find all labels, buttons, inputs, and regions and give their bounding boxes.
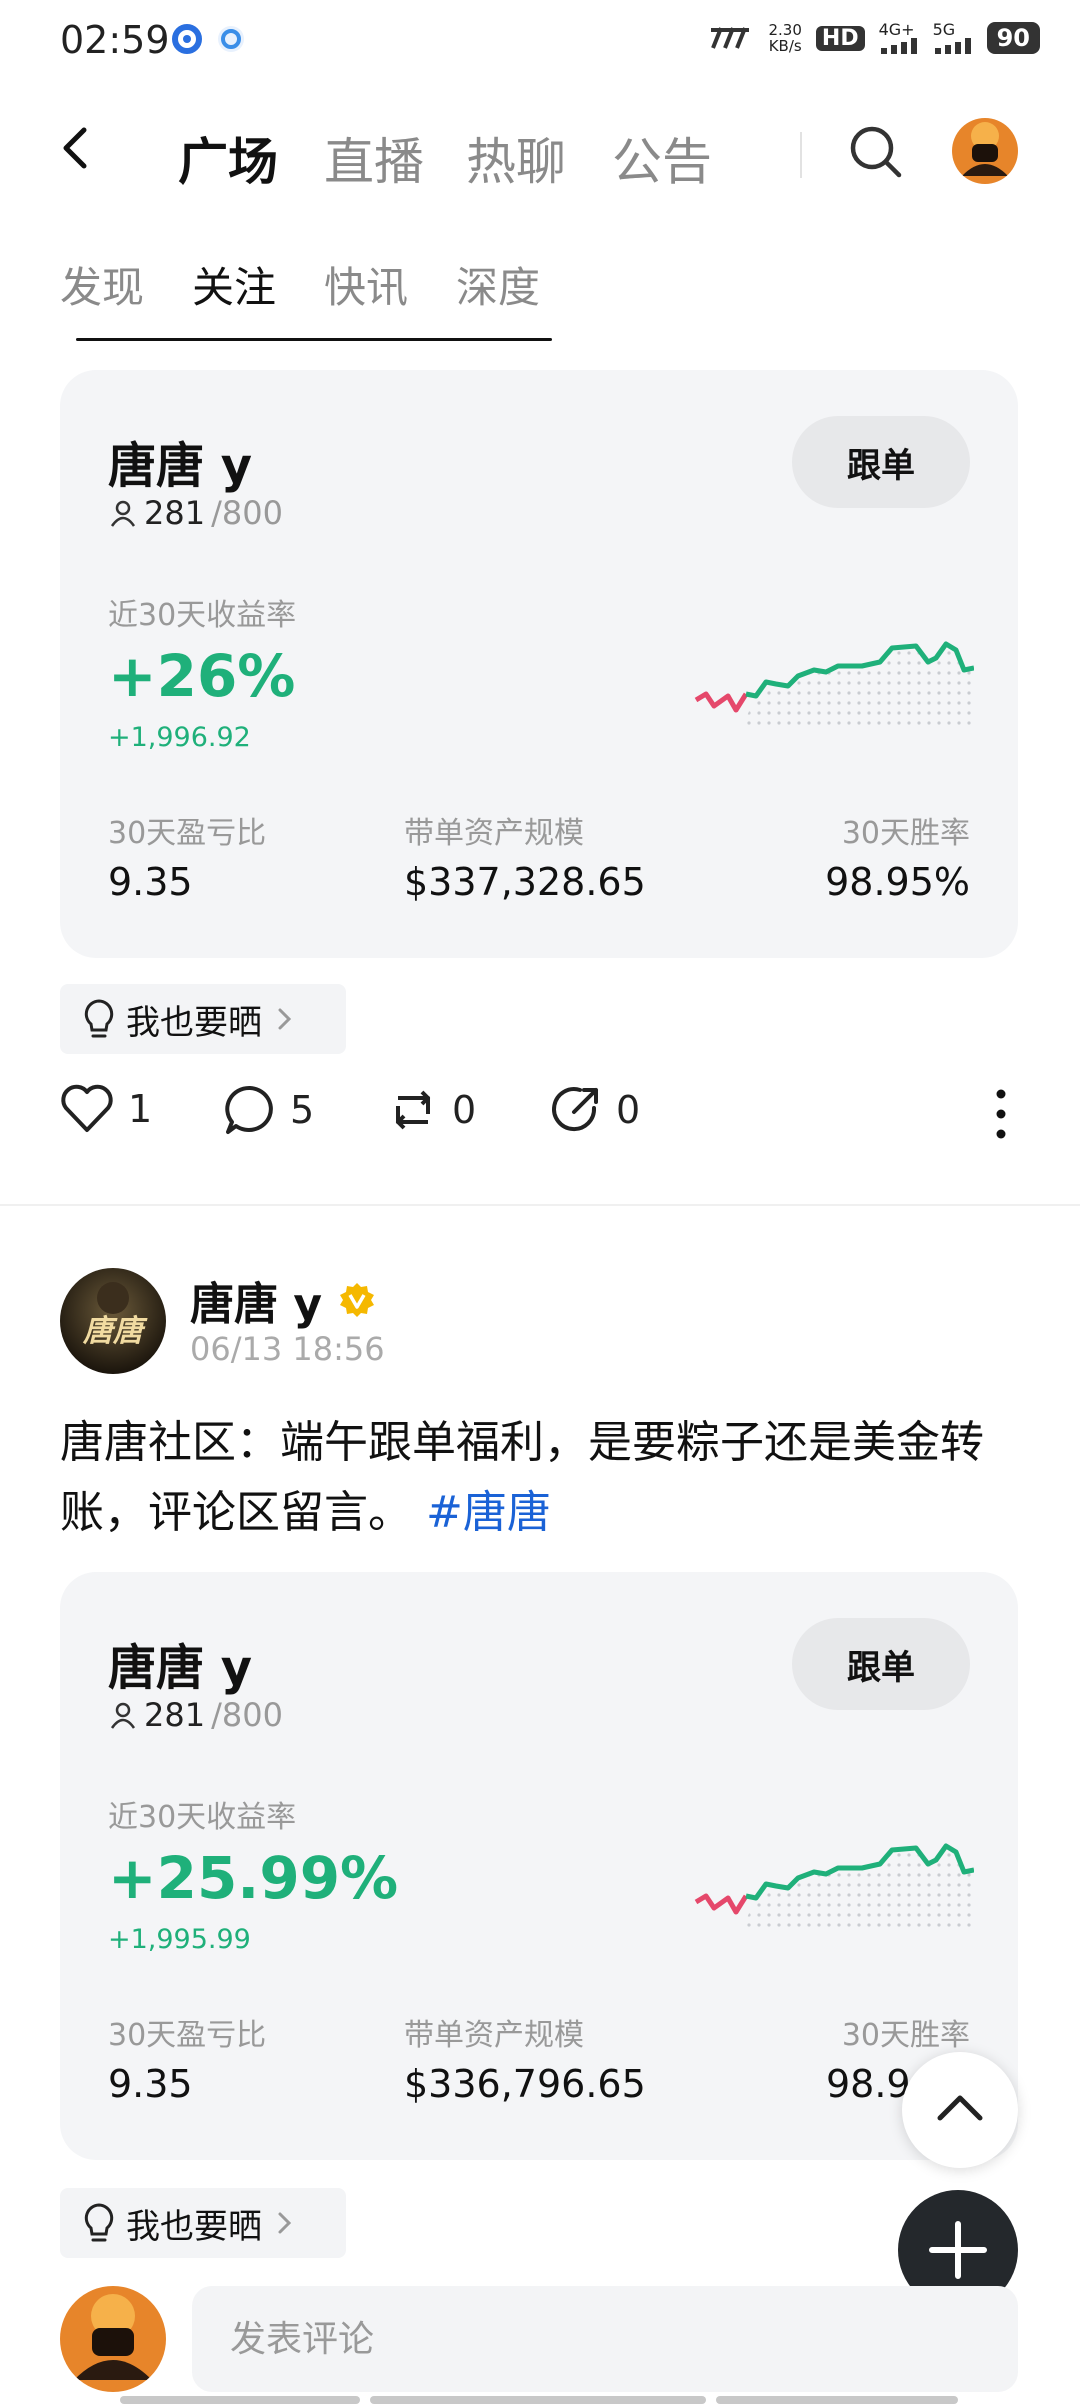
share-chip-label: 我也要晒 — [126, 1002, 262, 1043]
follower-count: 281/800 — [108, 494, 283, 532]
aum-value: $336,796.65 — [404, 2062, 646, 2106]
share-chip[interactable]: 我也要晒 — [60, 984, 346, 1054]
nav-divider — [800, 132, 802, 178]
copy-trade-button[interactable]: 跟单 — [792, 416, 970, 508]
return-sparkline — [694, 641, 974, 728]
tab-hot-chat[interactable]: 热聊 — [466, 122, 566, 194]
chevron-right-icon — [278, 1008, 292, 1030]
subtab-depth[interactable]: 深度 — [456, 254, 540, 315]
verified-badge-icon — [340, 1283, 374, 1317]
repost-icon — [396, 1090, 430, 1130]
repost-action[interactable]: 0 — [388, 1084, 476, 1136]
tab-square[interactable]: 广场 — [178, 122, 278, 194]
return-percentage: +26% — [108, 642, 296, 710]
tab-announcement[interactable]: 公告 — [612, 122, 712, 194]
scroll-to-top-button[interactable] — [902, 2052, 1018, 2168]
win-rate-label: 30天胜率 — [841, 2018, 970, 2053]
share-action[interactable]: 0 — [550, 1084, 640, 1136]
lightbulb-icon — [84, 2203, 114, 2242]
pnl-ratio-label: 30天盈亏比 — [108, 816, 267, 851]
post-time: 06/13 18:56 — [190, 1330, 385, 1368]
author-avatar[interactable]: 唐唐 — [60, 1268, 166, 1374]
post-separator — [0, 1204, 1080, 1206]
person-icon — [110, 500, 136, 527]
comment-icon — [225, 1085, 273, 1134]
share-chip[interactable]: 我也要晒 — [60, 2188, 346, 2258]
battery-level: 90 — [986, 22, 1040, 54]
search-icon[interactable] — [848, 122, 904, 182]
comment-input[interactable] — [192, 2286, 1018, 2392]
share-count: 0 — [616, 1088, 641, 1132]
author-name: 唐唐 y — [190, 1279, 322, 1330]
aum-label: 带单资产规模 — [404, 2018, 584, 2053]
signal-bars-icon — [934, 38, 971, 54]
signal-bars-icon — [880, 38, 917, 54]
return-label: 近30天收益率 — [108, 598, 297, 633]
win-rate-value: 98.95% — [825, 860, 970, 904]
share-icon — [552, 1087, 598, 1132]
post-text-line-2: 账，评论区留言。 #唐唐 — [60, 1487, 551, 1538]
share-chip-label: 我也要晒 — [126, 2206, 262, 2247]
pnl-ratio-value: 9.35 — [108, 860, 193, 904]
return-amount: +1,995.99 — [108, 1924, 251, 1955]
avatar-text: 唐唐 — [83, 1314, 143, 1349]
return-sparkline — [694, 1843, 974, 1930]
chevron-right-icon — [278, 2212, 292, 2234]
network-5g: 5G — [933, 22, 973, 54]
follower-count: 281/800 — [108, 1696, 283, 1734]
aum-value: $337,328.65 — [404, 860, 646, 904]
my-avatar[interactable] — [60, 2286, 166, 2392]
subtab-discover[interactable]: 发现 — [60, 254, 144, 315]
home-indicator — [370, 2396, 706, 2404]
comment-action[interactable]: 5 — [224, 1084, 314, 1136]
more-options-icon[interactable] — [990, 1088, 1012, 1140]
win-rate-label: 30天胜率 — [841, 816, 970, 851]
copy-trade-button[interactable]: 跟单 — [792, 1618, 970, 1710]
post-text-line-1: 唐唐社区：端午跟单福利，是要粽子还是美金转 — [60, 1417, 984, 1468]
aum-label: 带单资产规模 — [404, 816, 584, 851]
pnl-ratio-value: 9.35 — [108, 2062, 193, 2106]
repost-count: 0 — [452, 1088, 477, 1132]
subtab-indicator — [76, 338, 552, 341]
person-icon — [110, 1702, 136, 1729]
author-name-row[interactable]: 唐唐 y — [190, 1268, 376, 1332]
app-notification-icon — [172, 24, 202, 54]
return-label: 近30天收益率 — [108, 1800, 297, 1835]
app-notification-icon-2 — [218, 26, 244, 52]
trader-name: 唐唐 y — [108, 438, 253, 494]
back-icon[interactable] — [56, 118, 96, 178]
avatar-image — [952, 118, 1018, 184]
network-speed: 2.30 KB/s — [768, 21, 802, 55]
network-4g: 4G+ — [879, 22, 919, 54]
hd-badge: HD — [815, 25, 865, 51]
user-avatar[interactable] — [952, 118, 1018, 184]
trader-card[interactable]: 唐唐 y 281/800 跟单 近30天收益率 +26% +1,996.92 3… — [60, 370, 1018, 958]
like-action[interactable]: 1 — [60, 1084, 152, 1134]
signal-speed-icon — [710, 27, 749, 49]
subtab-following[interactable]: 关注 — [192, 254, 276, 315]
like-count: 1 — [128, 1087, 153, 1131]
heart-icon — [61, 1084, 113, 1132]
return-amount: +1,996.92 — [108, 722, 251, 753]
hashtag-link[interactable]: #唐唐 — [426, 1487, 551, 1538]
win-rate-value: 98.9 — [826, 2062, 911, 2106]
post-body: 唐唐社区：端午跟单福利，是要粽子还是美金转 账，评论区留言。 #唐唐 — [60, 1408, 1020, 1548]
tab-live[interactable]: 直播 — [324, 122, 424, 194]
chevron-up-icon — [937, 2095, 983, 2121]
trader-name: 唐唐 y — [108, 1640, 253, 1696]
lightbulb-icon — [84, 999, 114, 1038]
status-time: 02:59 — [60, 18, 170, 62]
return-percentage: +25.99% — [108, 1844, 399, 1912]
subtab-news[interactable]: 快讯 — [324, 254, 408, 315]
home-indicator — [716, 2396, 958, 2404]
pnl-ratio-label: 30天盈亏比 — [108, 2018, 267, 2053]
trader-card[interactable]: 唐唐 y 281/800 跟单 近30天收益率 +25.99% +1,995.9… — [60, 1572, 1018, 2160]
status-indicators: 2.30 KB/s HD 4G+ 5G 90 — [709, 21, 1040, 55]
avatar-image — [60, 2286, 166, 2392]
comment-count: 5 — [290, 1088, 315, 1132]
home-indicator — [120, 2396, 360, 2404]
